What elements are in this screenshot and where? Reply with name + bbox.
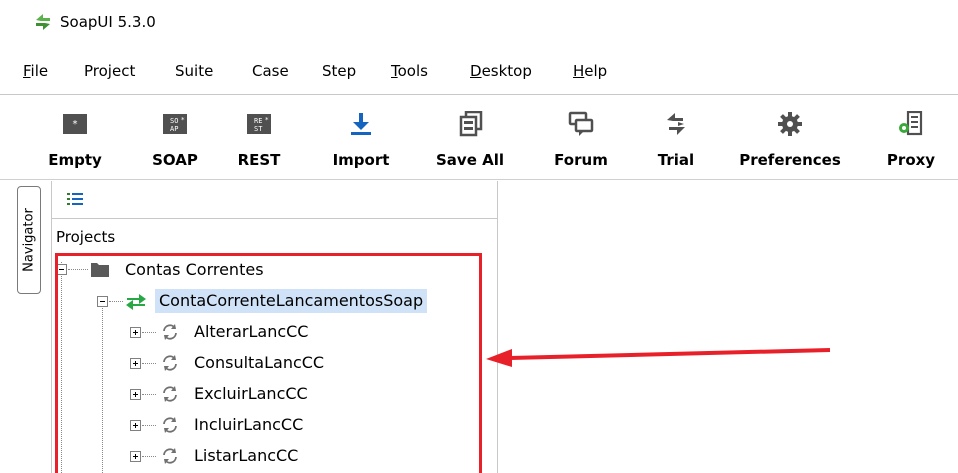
- svg-text:*: *: [73, 119, 78, 130]
- title-bar: SoapUI 5.3.0: [0, 0, 958, 48]
- preferences-button[interactable]: Preferences: [732, 95, 848, 181]
- svg-text:ST: ST: [254, 125, 263, 133]
- proxy-server-icon: [899, 111, 923, 136]
- annotation-highlight-box: [55, 253, 482, 473]
- window-title: SoapUI 5.3.0: [60, 13, 156, 31]
- menu-tools[interactable]: Tools: [391, 62, 428, 80]
- download-icon: [351, 113, 371, 135]
- menu-bar: File Project Suite Case Step Tools Deskt…: [0, 60, 958, 86]
- gear-icon: [778, 112, 802, 136]
- menu-help[interactable]: Help: [573, 62, 607, 80]
- svg-text:RE: RE: [254, 117, 262, 125]
- rest-project-button[interactable]: RE ST * REST: [224, 95, 294, 181]
- main-toolbar: * Empty SO AP * SOAP RE ST * REST Import: [0, 94, 958, 180]
- list-view-icon[interactable]: [67, 192, 83, 206]
- soap-project-button[interactable]: SO AP * SOAP: [140, 95, 210, 181]
- menu-suite[interactable]: Suite: [175, 62, 213, 80]
- navigator-toolbar: [52, 181, 498, 219]
- svg-text:AP: AP: [170, 125, 178, 133]
- forum-button[interactable]: Forum: [543, 95, 619, 181]
- navigator-tab[interactable]: Navigator: [17, 186, 41, 294]
- proxy-button[interactable]: Proxy: [876, 95, 946, 181]
- forum-chat-icon: [568, 111, 594, 136]
- empty-project-icon: *: [63, 114, 87, 134]
- menu-project[interactable]: Project: [84, 62, 135, 80]
- desktop-panel: [498, 181, 958, 473]
- save-all-button[interactable]: Save All: [425, 95, 515, 181]
- soapui-logo-icon: [36, 14, 50, 30]
- menu-desktop[interactable]: Desktop: [470, 62, 532, 80]
- menu-case[interactable]: Case: [252, 62, 289, 80]
- menu-file[interactable]: File: [23, 62, 48, 80]
- import-button[interactable]: Import: [323, 95, 399, 181]
- projects-root-label[interactable]: Projects: [56, 228, 115, 246]
- trial-button[interactable]: Trial: [643, 95, 709, 181]
- menu-step[interactable]: Step: [322, 62, 356, 80]
- rest-project-icon: RE ST *: [247, 114, 271, 134]
- trial-logo-icon: [667, 113, 685, 135]
- svg-text:*: *: [265, 116, 269, 124]
- soap-project-icon: SO AP *: [163, 114, 187, 134]
- annotation-arrow: [486, 348, 831, 367]
- svg-text:SO: SO: [170, 117, 178, 125]
- save-all-icon: [459, 111, 483, 137]
- svg-text:*: *: [181, 116, 185, 124]
- empty-project-button[interactable]: * Empty: [40, 95, 110, 181]
